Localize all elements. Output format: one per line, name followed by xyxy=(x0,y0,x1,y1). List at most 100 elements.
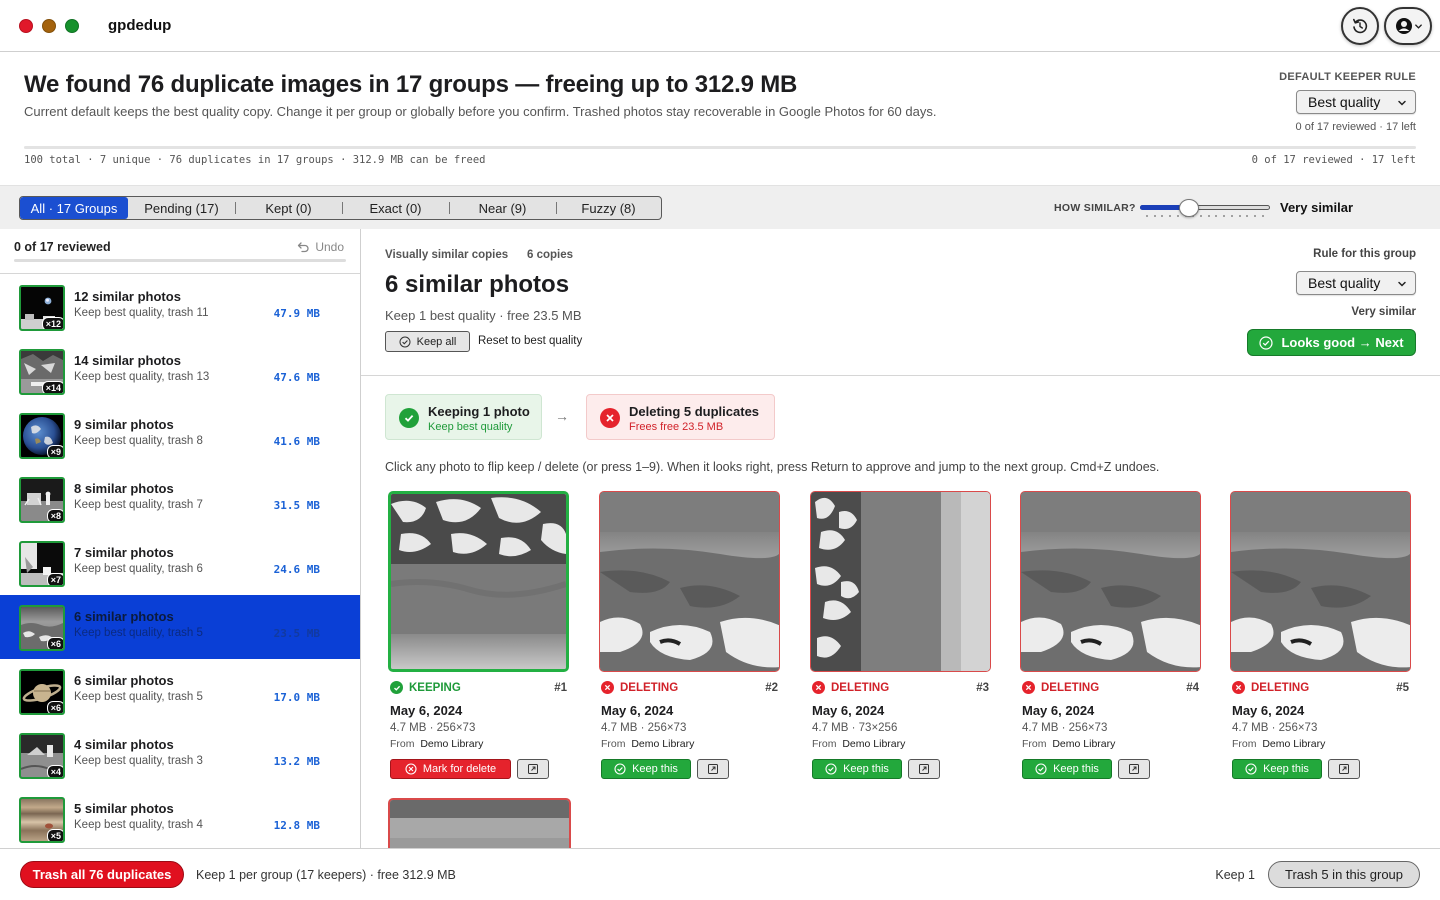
review-progress-bar xyxy=(24,146,1416,149)
account-menu-button[interactable] xyxy=(1384,7,1432,45)
group-list-item[interactable]: ×6 6 similar photos Keep best quality, t… xyxy=(0,659,360,723)
mark-for-delete-label: Mark for delete xyxy=(422,763,497,775)
photo-thumbnail[interactable] xyxy=(388,491,569,672)
photo-card[interactable]: KEEPING #1 May 6, 2024 4.7 MB · 256×73 F… xyxy=(388,491,569,779)
open-photo-button[interactable] xyxy=(697,759,729,779)
group-count-badge: ×6 xyxy=(46,637,63,649)
group-list-item[interactable]: ×5 5 similar photos Keep best quality, t… xyxy=(0,787,360,848)
keep-all-button[interactable]: Keep all xyxy=(385,331,470,352)
photo-status: DELETING xyxy=(812,681,889,694)
zoom-window-button[interactable] xyxy=(65,19,79,33)
group-size: 12.8 MB xyxy=(273,819,320,832)
close-window-button[interactable] xyxy=(19,19,33,33)
undo-button[interactable]: Undo xyxy=(297,240,344,254)
photo-index: #5 xyxy=(1396,682,1409,694)
group-list-item[interactable]: ×8 8 similar photos Keep best quality, t… xyxy=(0,467,360,531)
summary-subtitle: Current default keeps the best quality c… xyxy=(24,104,937,119)
keep-this-label: Keep this xyxy=(843,763,889,775)
group-copies: 6 copies xyxy=(527,249,574,261)
photo-card[interactable]: DELETING #5 May 6, 2024 4.7 MB · 256×73 … xyxy=(1230,491,1411,779)
photo-source-name: Demo Library xyxy=(1052,738,1116,750)
photo-thumbnail[interactable] xyxy=(599,491,780,672)
group-count-badge: ×8 xyxy=(46,509,63,521)
divider xyxy=(361,375,1440,376)
x-icon xyxy=(601,681,614,694)
photo-status-label: DELETING xyxy=(1251,681,1310,694)
group-thumbnail: ×8 xyxy=(19,477,65,523)
tab-all[interactable]: All · 17 Groups xyxy=(20,197,128,219)
instructions-hint: Click any photo to flip keep / delete (o… xyxy=(385,460,1160,474)
default-keeper-rule-value: Best quality xyxy=(1308,94,1381,110)
photo-status: KEEPING xyxy=(390,681,461,694)
photo-card[interactable]: DELETING #3 May 6, 2024 4.7 MB · 73×256 … xyxy=(810,491,991,779)
group-title: 8 similar photos xyxy=(74,481,174,496)
photo-index: #4 xyxy=(1186,682,1199,694)
x-circle-icon xyxy=(405,763,417,775)
photo-status: DELETING xyxy=(1022,681,1099,694)
group-list-item-selected[interactable]: ×6 6 similar photos Keep best quality, t… xyxy=(0,595,360,659)
group-rule: Keep best quality, trash 11 xyxy=(74,307,209,319)
photo-meta: 4.7 MB · 73×256 xyxy=(812,722,898,734)
tab-fuzzy[interactable]: Fuzzy (8) xyxy=(556,197,661,219)
open-photo-button[interactable] xyxy=(908,759,940,779)
photo-meta: 4.7 MB · 256×73 xyxy=(1232,722,1318,734)
group-list-item[interactable]: ×14 14 similar photos Keep best quality,… xyxy=(0,339,360,403)
looks-good-next-button[interactable]: Looks good → Next xyxy=(1247,329,1416,356)
mark-for-delete-button[interactable]: Mark for delete xyxy=(390,759,511,779)
chevron-down-icon xyxy=(1398,100,1406,106)
group-list-item[interactable]: ×9 9 similar photos Keep best quality, t… xyxy=(0,403,360,467)
open-external-icon xyxy=(919,764,929,774)
sidebar-reviewed-count: 0 of 17 reviewed xyxy=(14,240,111,254)
trash-group-button[interactable]: Trash 5 in this group xyxy=(1268,861,1420,888)
open-external-icon xyxy=(708,764,718,774)
group-thumbnail: ×5 xyxy=(19,797,65,843)
group-subtitle: Keep 1 best quality · free 23.5 MB xyxy=(385,308,582,323)
photo-card[interactable]: DELETING #2 May 6, 2024 4.7 MB · 256×73 … xyxy=(599,491,780,779)
default-keeper-rule-select[interactable]: Best quality xyxy=(1296,90,1416,114)
photo-thumbnail-partial[interactable] xyxy=(388,798,571,848)
filter-bar: All · 17 Groups Pending (17) Kept (0) Ex… xyxy=(0,185,1440,229)
group-title: 6 similar photos xyxy=(74,673,174,688)
reviewed-count: 0 of 17 reviewed · 17 left xyxy=(1295,121,1416,133)
keep-this-label: Keep this xyxy=(632,763,678,775)
group-rule: Keep best quality, trash 13 xyxy=(74,371,210,383)
group-list-item[interactable]: ×7 7 similar photos Keep best quality, t… xyxy=(0,531,360,595)
keep-this-button[interactable]: Keep this xyxy=(1022,759,1112,779)
summary-header: We found 76 duplicate images in 17 group… xyxy=(0,52,1440,185)
refresh-icon xyxy=(1353,18,1368,34)
keep-this-button[interactable]: Keep this xyxy=(812,759,902,779)
photo-thumbnail[interactable] xyxy=(1020,491,1201,672)
open-photo-button[interactable] xyxy=(517,759,549,779)
photo-thumbnail[interactable] xyxy=(1230,491,1411,672)
group-list-item[interactable]: ×4 4 similar photos Keep best quality, t… xyxy=(0,723,360,787)
open-photo-button[interactable] xyxy=(1328,759,1360,779)
tab-exact[interactable]: Exact (0) xyxy=(342,197,449,219)
tab-kept[interactable]: Kept (0) xyxy=(235,197,342,219)
undo-label: Undo xyxy=(315,240,344,254)
group-list-item[interactable]: ×12 12 similar photos Keep best quality,… xyxy=(0,275,360,339)
photo-status-label: DELETING xyxy=(1041,681,1100,694)
group-size: 31.5 MB xyxy=(273,499,320,512)
keeping-summary: Keeping 1 photo Keep best quality xyxy=(385,394,542,440)
group-title: 4 similar photos xyxy=(74,737,174,752)
similarity-slider-thumb[interactable] xyxy=(1178,199,1199,217)
tab-pending[interactable]: Pending (17) xyxy=(128,197,235,219)
trash-all-duplicates-button[interactable]: Trash all 76 duplicates xyxy=(20,861,184,888)
group-rule-select[interactable]: Best quality xyxy=(1296,271,1416,295)
photo-meta: 4.7 MB · 256×73 xyxy=(601,722,687,734)
group-size: 47.6 MB xyxy=(273,371,320,384)
footer-summary: Keep 1 per group (17 keepers) · free 312… xyxy=(196,868,456,882)
photo-source: From Demo Library xyxy=(601,738,694,750)
photo-thumbnail[interactable] xyxy=(810,491,991,672)
refresh-button[interactable] xyxy=(1341,7,1379,45)
open-photo-button[interactable] xyxy=(1118,759,1150,779)
reset-to-best-quality-link[interactable]: Reset to best quality xyxy=(478,335,582,347)
minimize-window-button[interactable] xyxy=(42,19,56,33)
similarity-slider[interactable] xyxy=(1140,199,1270,217)
looks-good-next-label: Looks good → Next xyxy=(1281,335,1404,350)
keep-this-button[interactable]: Keep this xyxy=(1232,759,1322,779)
group-rule-value: Best quality xyxy=(1308,275,1381,291)
keep-this-button[interactable]: Keep this xyxy=(601,759,691,779)
tab-near[interactable]: Near (9) xyxy=(449,197,556,219)
photo-card[interactable]: DELETING #4 May 6, 2024 4.7 MB · 256×73 … xyxy=(1020,491,1201,779)
